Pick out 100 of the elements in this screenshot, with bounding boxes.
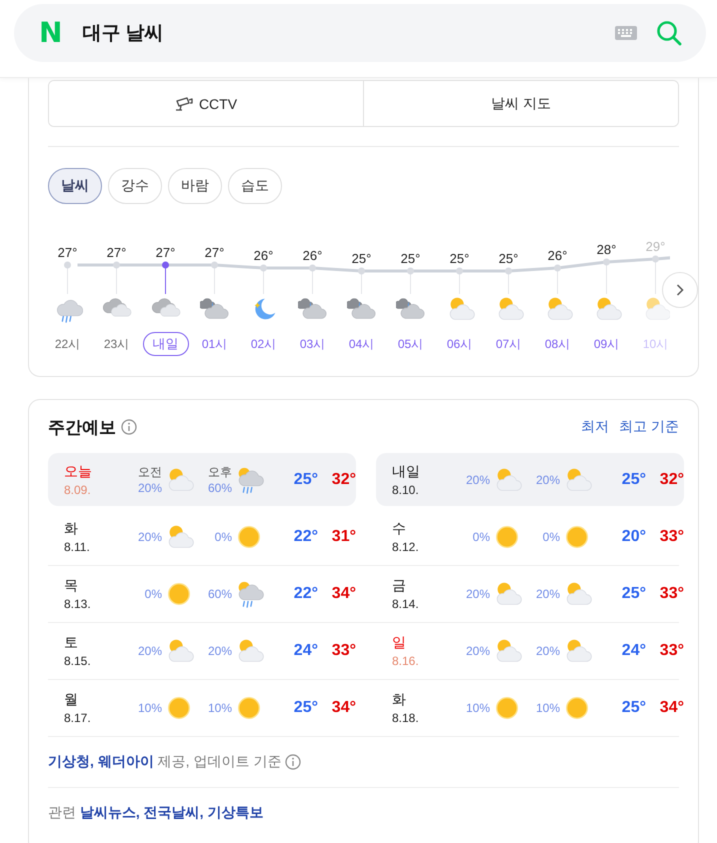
- hour-label[interactable]: 05시: [398, 336, 424, 352]
- low-temperature: 25°: [620, 470, 646, 488]
- precipitation-chance: 60%: [208, 587, 232, 601]
- day-name: 일: [392, 634, 407, 652]
- temperature-label: 27°: [204, 245, 224, 260]
- low-temperature: 25°: [620, 699, 646, 717]
- temperature-label: 26°: [548, 248, 568, 263]
- high-temperature: 34°: [330, 585, 356, 603]
- date: 8.17.: [64, 711, 92, 725]
- day-name: 금: [392, 577, 407, 595]
- related-links: 관련 날씨뉴스, 전국날씨, 기상특보: [48, 804, 264, 822]
- high-temperature: 32°: [658, 470, 684, 488]
- day-marker[interactable]: 내일: [142, 332, 188, 356]
- hour-label[interactable]: 09시: [594, 336, 620, 352]
- precipitation-chance: 0%: [144, 587, 162, 601]
- precipitation-chance: 20%: [466, 472, 490, 486]
- leader-line: [165, 268, 166, 294]
- camera-icon: [174, 96, 193, 110]
- high-temperature: 34°: [330, 699, 356, 717]
- date: 8.10.: [392, 482, 420, 496]
- precipitation-chance: 20%: [536, 587, 560, 601]
- date: 8.11.: [64, 540, 91, 554]
- hour-label[interactable]: 01시: [202, 336, 228, 352]
- tab[interactable]: 날씨: [48, 168, 102, 204]
- precipitation-chance: 10%: [536, 701, 560, 715]
- search-bar[interactable]: N 대구 날씨: [14, 4, 706, 62]
- hour-label[interactable]: 03시: [300, 336, 326, 352]
- hour-label[interactable]: 08시: [544, 336, 570, 352]
- low-temperature: 20°: [620, 528, 646, 546]
- search-icon[interactable]: [656, 20, 682, 46]
- hour-label[interactable]: 06시: [446, 336, 472, 352]
- link[interactable]: 날씨뉴스,: [80, 804, 140, 820]
- precipitation-chance: 0%: [472, 530, 490, 544]
- day-name: 오늘: [64, 462, 93, 480]
- precipitation-chance: 20%: [138, 644, 162, 658]
- high-temperature: 33°: [330, 642, 356, 660]
- day-name: 월: [64, 691, 79, 709]
- tab[interactable]: 강수: [108, 168, 162, 204]
- temperature-label: 29°: [646, 239, 666, 254]
- temperature-label: 26°: [302, 248, 322, 263]
- low-temperature: 25°: [620, 585, 646, 603]
- precipitation-chance: 0%: [542, 530, 560, 544]
- temperature-label: 25°: [352, 251, 372, 266]
- date: 8.18.: [392, 711, 420, 725]
- period-label: 오전: [138, 464, 162, 481]
- hour-label[interactable]: 07시: [496, 336, 522, 352]
- precipitation-chance: 60%: [208, 481, 232, 495]
- precipitation-chance: 20%: [138, 481, 162, 495]
- temperature-label: 27°: [156, 245, 176, 260]
- temperature-label: 28°: [596, 242, 616, 257]
- hour-label[interactable]: 02시: [250, 336, 276, 352]
- high-temperature: 33°: [658, 528, 684, 546]
- link[interactable]: 기상청,: [48, 753, 94, 769]
- chevron-right-icon: [676, 284, 684, 296]
- precipitation-chance: 20%: [536, 472, 560, 486]
- hour-label[interactable]: 22시: [54, 336, 80, 352]
- precipitation-chance: 10%: [138, 701, 162, 715]
- period-label: 오후: [208, 464, 232, 481]
- search-query[interactable]: 대구 날씨: [82, 20, 596, 46]
- link[interactable]: 기상특보: [207, 804, 264, 820]
- precipitation-chance: 20%: [138, 530, 162, 544]
- link[interactable]: 전국날씨,: [144, 804, 204, 820]
- info-icon[interactable]: [121, 419, 137, 435]
- temperature-label: 26°: [254, 248, 274, 263]
- next-button[interactable]: [662, 272, 698, 308]
- day-name: 수: [392, 520, 407, 538]
- precipitation-chance: 10%: [208, 701, 232, 715]
- date: 8.14.: [392, 597, 420, 611]
- precipitation-chance: 20%: [208, 644, 232, 658]
- high-temperature: 31°: [330, 528, 356, 546]
- date: 8.09.: [64, 482, 92, 496]
- low-temperature: 24°: [292, 642, 318, 660]
- sort-link[interactable]: 최고 기준: [619, 418, 679, 436]
- date: 8.16.: [392, 654, 420, 668]
- sort-link[interactable]: 최저: [581, 418, 610, 436]
- date: 8.12.: [392, 540, 420, 554]
- precipitation-chance: 10%: [466, 701, 490, 715]
- precipitation-chance: 20%: [536, 644, 560, 658]
- temperature-label: 25°: [400, 251, 420, 266]
- high-temperature: 34°: [658, 699, 684, 717]
- link[interactable]: 웨더아이: [98, 753, 154, 769]
- hour-label[interactable]: 23시: [104, 336, 130, 352]
- tab[interactable]: 습도: [228, 168, 282, 204]
- map-button[interactable]: 날씨 지도: [363, 81, 678, 126]
- section-title: 주간예보: [48, 416, 116, 438]
- day-name: 내일: [392, 462, 421, 480]
- low-temperature: 25°: [292, 470, 318, 488]
- low-temperature: 25°: [292, 699, 318, 717]
- low-temperature: 22°: [292, 528, 318, 546]
- tab[interactable]: 바람: [168, 168, 222, 204]
- day-name: 토: [64, 634, 79, 652]
- source-note: 기상청, 웨더아이 제공, 업데이트 기준: [48, 753, 282, 771]
- high-temperature: 32°: [330, 470, 356, 488]
- precipitation-chance: 20%: [466, 587, 490, 601]
- info-icon[interactable]: [285, 754, 302, 770]
- day-name: 화: [392, 691, 407, 709]
- date: 8.13.: [64, 597, 92, 611]
- keyboard-icon[interactable]: [614, 25, 638, 41]
- date: 8.15.: [64, 654, 92, 668]
- hour-label[interactable]: 04시: [348, 336, 374, 352]
